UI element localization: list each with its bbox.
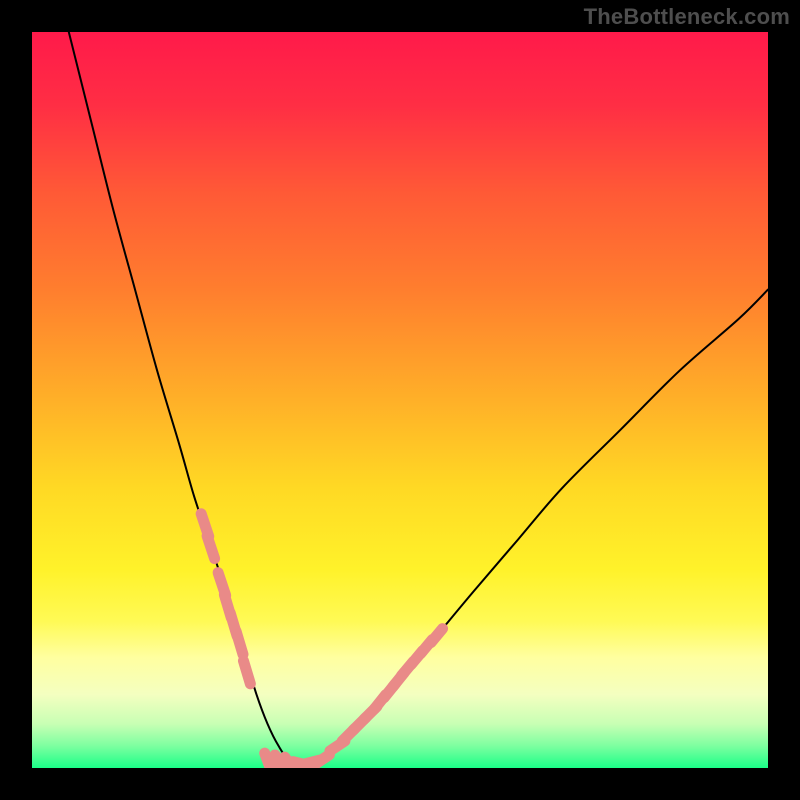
marker-tick — [207, 536, 215, 559]
marker-tick — [243, 661, 250, 684]
marker-tick — [265, 753, 271, 768]
plot-svg — [32, 32, 768, 768]
chart-frame: TheBottleneck.com — [0, 0, 800, 800]
plot-area — [32, 32, 768, 768]
watermark-text: TheBottleneck.com — [584, 4, 790, 30]
marker-tick — [236, 631, 243, 654]
marker-tick — [316, 755, 329, 764]
gradient-background — [32, 32, 768, 768]
